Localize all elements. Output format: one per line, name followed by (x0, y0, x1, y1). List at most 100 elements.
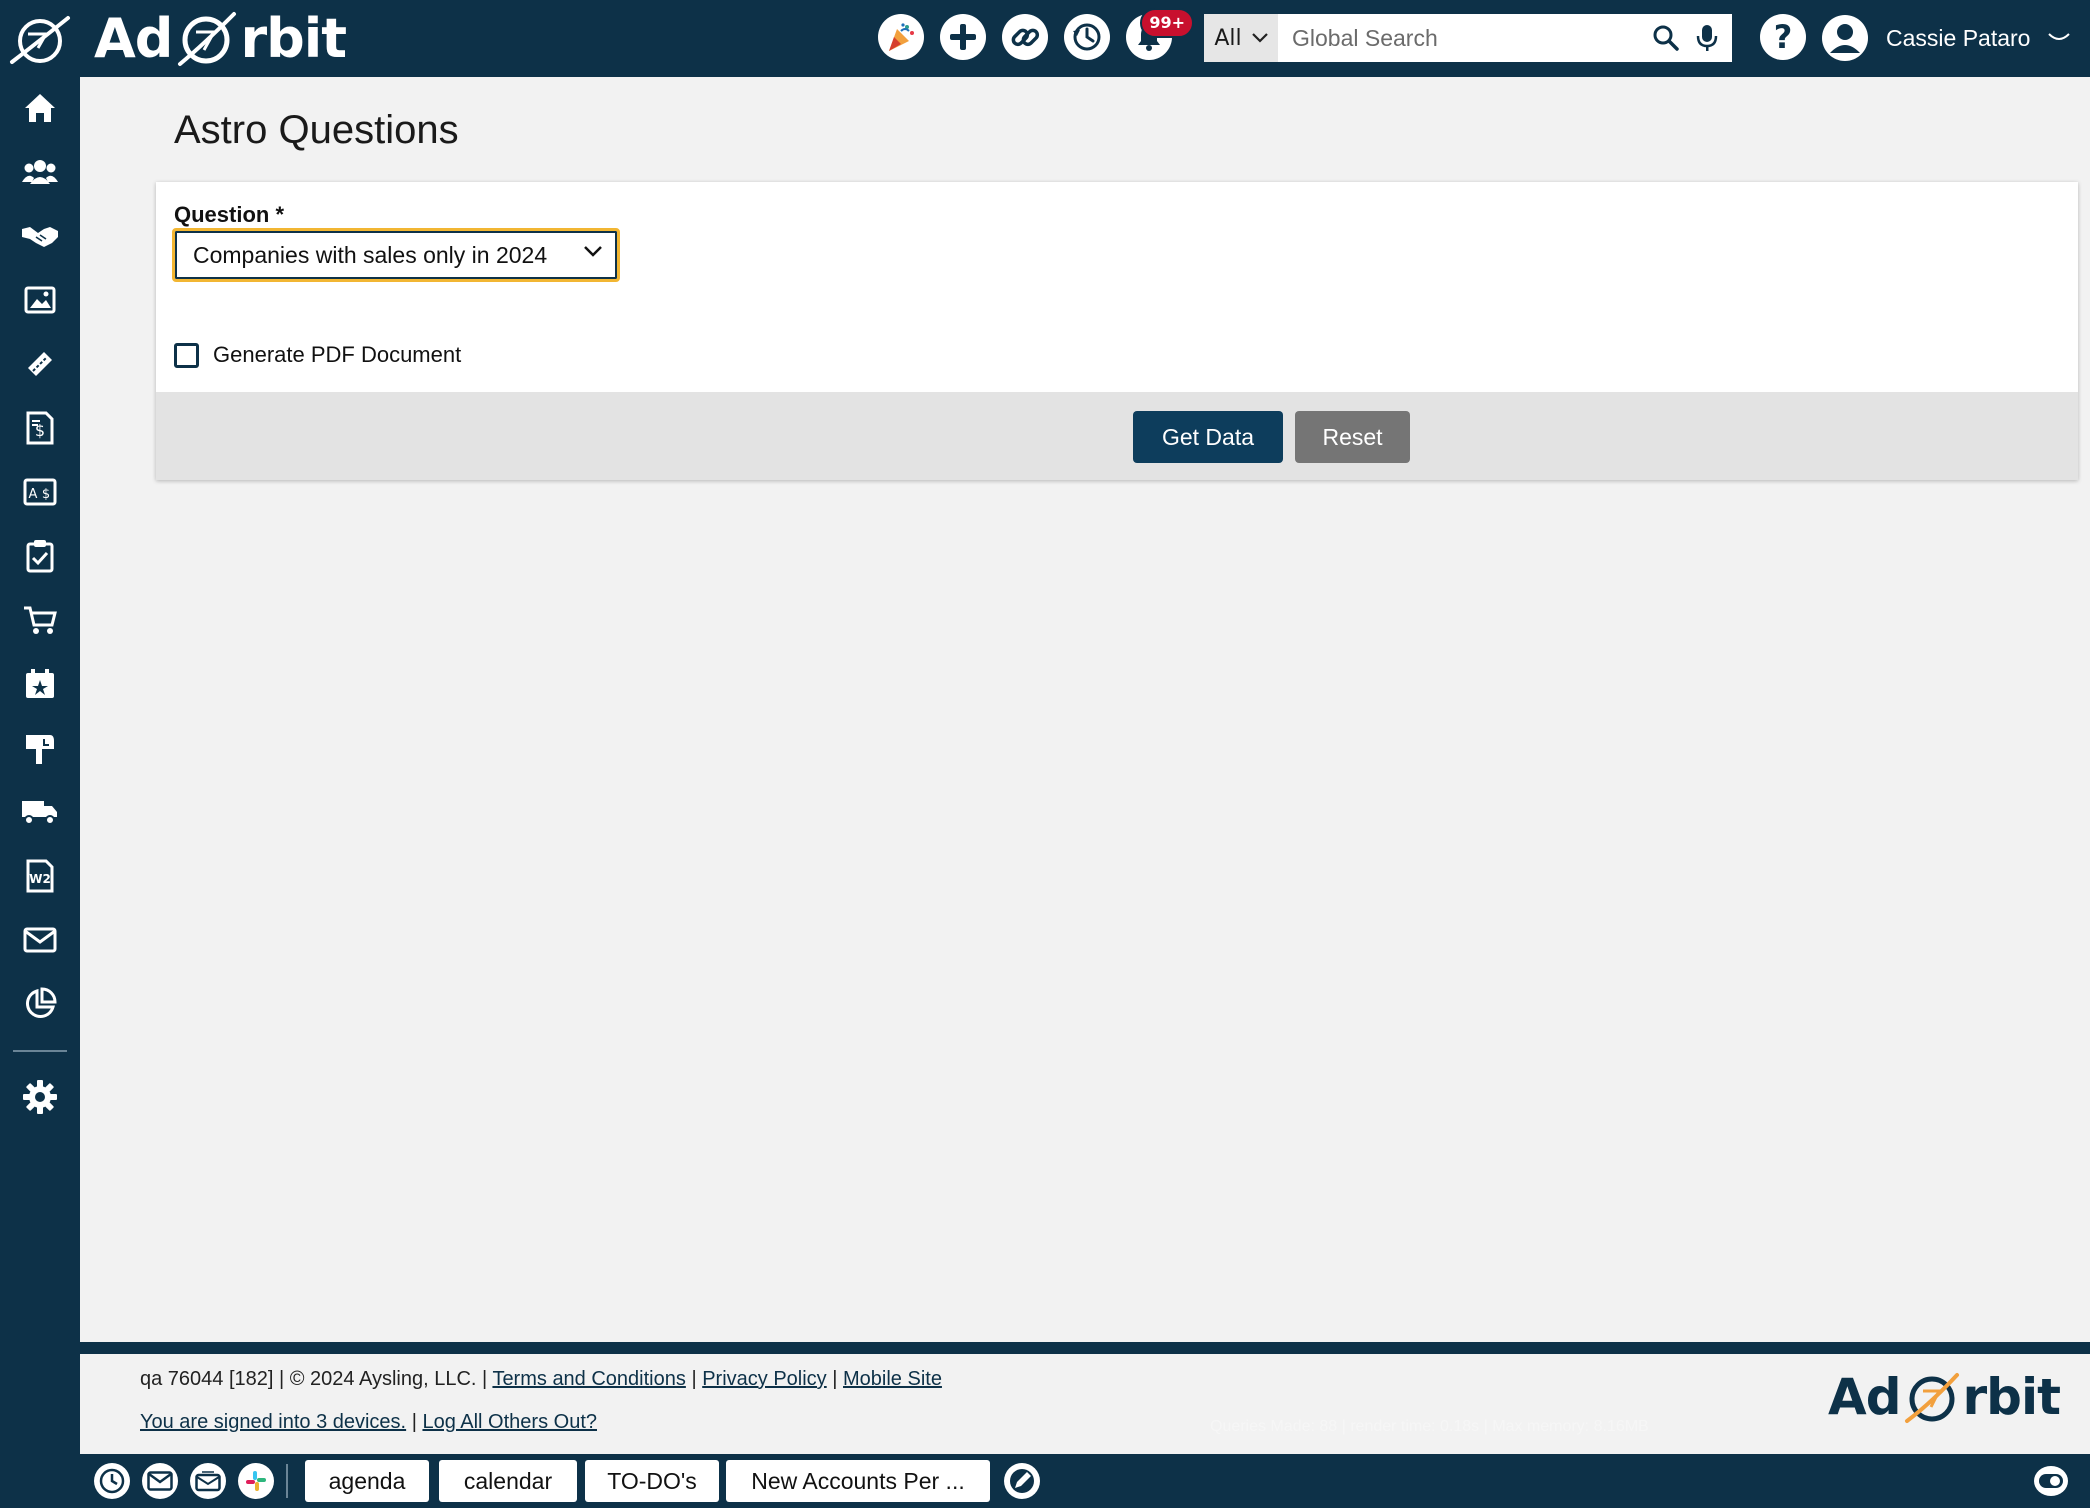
footer-separator: | (691, 1368, 697, 1390)
dock-slack-button[interactable] (238, 1463, 274, 1499)
sidebar-item-invoices[interactable]: $ (0, 400, 80, 456)
footer-legal: qa 76044 [182] | © 2024 Aysling, LLC. | … (140, 1368, 942, 1391)
dock-email-button[interactable] (142, 1463, 178, 1499)
mailbox-icon (26, 735, 54, 764)
footer-sessions: You are signed into 3 devices. | Log All… (140, 1411, 597, 1434)
brand-orbit-icon (1903, 1369, 1961, 1425)
help-icon: ? (1773, 18, 1793, 56)
mobile-site-link[interactable]: Mobile Site (843, 1368, 942, 1390)
sidebar-item-cart[interactable] (0, 592, 80, 648)
terms-link[interactable]: Terms and Conditions (492, 1368, 685, 1390)
dock-tab-calendar[interactable]: calendar (439, 1460, 577, 1502)
ticket-icon (28, 352, 52, 376)
notification-badge: 99+ (1140, 8, 1194, 38)
sidebar-item-tickets[interactable] (0, 336, 80, 392)
cart-icon (24, 606, 57, 634)
brand-prefix: Ad (94, 6, 173, 70)
calendar-star-icon (26, 669, 54, 698)
dock-edit-button[interactable] (1004, 1463, 1040, 1499)
generate-pdf-option: Generate PDF Document (174, 342, 461, 368)
slack-icon (246, 1471, 266, 1491)
bottom-dock: agenda calendar TO-DO's New Accounts Per… (80, 1454, 2090, 1508)
clipboard-check-icon (26, 540, 54, 573)
user-menu[interactable]: Cassie Pataro (1822, 14, 2071, 62)
sidebar: $ A $ W2 (0, 77, 80, 1508)
global-search: All (1204, 14, 1732, 62)
sidebar-item-mailbox[interactable] (0, 720, 80, 776)
notifications-button[interactable]: 99+ (1126, 8, 1194, 60)
reset-button[interactable]: Reset (1295, 411, 1410, 463)
sidebar-item-mail[interactable] (0, 912, 80, 968)
link-icon (1011, 28, 1040, 47)
avatar (1822, 15, 1868, 61)
svg-text:$: $ (42, 487, 50, 502)
page-title: Astro Questions (174, 108, 459, 152)
signed-in-devices-link[interactable]: You are signed into 3 devices. (140, 1411, 406, 1433)
clock-icon (99, 1468, 125, 1494)
brand-suffix: rbit (240, 6, 347, 70)
sidebar-item-reports[interactable] (0, 976, 80, 1032)
log-others-out-link[interactable]: Log All Others Out? (422, 1411, 597, 1433)
dock-email-open-button[interactable] (190, 1463, 226, 1499)
get-data-button[interactable]: Get Data (1133, 411, 1283, 463)
email-icon (147, 1471, 173, 1491)
edit-pencil-icon (1010, 1469, 1034, 1493)
privacy-link[interactable]: Privacy Policy (702, 1368, 826, 1390)
svg-text:A: A (29, 487, 38, 502)
generate-pdf-checkbox[interactable] (174, 342, 199, 368)
dock-tab-agenda[interactable]: agenda (305, 1460, 429, 1502)
sidebar-item-delivery[interactable] (0, 784, 80, 840)
microphone-icon[interactable] (1696, 23, 1718, 53)
chevron-down-icon (584, 246, 602, 257)
search-icon[interactable] (1652, 24, 1680, 52)
dock-tab-todos[interactable]: TO-DO's (585, 1460, 719, 1502)
links-button[interactable] (1002, 14, 1048, 60)
sidebar-item-tasks[interactable] (0, 528, 80, 584)
handshake-icon (22, 227, 58, 247)
dock-toggle-button[interactable] (2034, 1466, 2068, 1496)
user-name: Cassie Pataro (1886, 24, 2031, 51)
contacts-icon (22, 160, 58, 184)
dock-tab-new-accounts[interactable]: New Accounts Per ... (726, 1460, 990, 1502)
footer-separator: | (411, 1411, 417, 1433)
question-form-card: Question * Companies with sales only in … (156, 182, 2078, 480)
user-icon (1830, 24, 1860, 53)
add-button[interactable] (940, 14, 986, 60)
sidebar-item-w2[interactable]: W2 (0, 848, 80, 904)
party-button[interactable] (878, 14, 924, 60)
billing-icon: A $ (23, 478, 57, 506)
help-button[interactable]: ? (1760, 14, 1806, 60)
footer-brand-suffix: rbit (1962, 1368, 2061, 1426)
brand-logo[interactable]: Ad rbit (94, 4, 347, 72)
build-info: qa 76044 [182] | © 2024 Aysling, LLC. | (140, 1368, 488, 1390)
w2-icon: W2 (26, 859, 54, 893)
form-actions-bar (156, 392, 2078, 480)
recent-history-button[interactable] (1064, 14, 1110, 60)
question-select-value: Companies with sales only in 2024 (193, 241, 548, 268)
sidebar-item-media[interactable] (0, 272, 80, 328)
footer-separator: | (832, 1368, 838, 1390)
sidebar-item-home[interactable] (0, 80, 80, 136)
search-actions (1652, 23, 1732, 53)
email-open-icon (195, 1471, 221, 1492)
search-input[interactable] (1278, 14, 1652, 62)
question-select[interactable]: Companies with sales only in 2024 (172, 228, 620, 282)
footer-brand-logo: Ad rbit (1828, 1368, 2061, 1426)
sidebar-item-settings[interactable] (0, 1069, 80, 1125)
search-scope-dropdown[interactable]: All (1204, 14, 1278, 62)
chevron-down-icon (1251, 33, 1268, 43)
question-label: Question * (174, 202, 285, 227)
media-icon (24, 286, 56, 314)
globe-logo-icon[interactable] (8, 12, 72, 66)
performance-stats: Queries Made: 88 | render time: 0.18s | … (1210, 1418, 1649, 1435)
sidebar-item-events[interactable] (0, 656, 80, 712)
svg-text:$: $ (35, 421, 45, 440)
sidebar-item-deals[interactable] (0, 208, 80, 264)
sidebar-item-billing[interactable]: A $ (0, 464, 80, 520)
gear-icon (23, 1080, 57, 1114)
brand-orbit-icon (174, 8, 238, 68)
svg-text:W2: W2 (29, 872, 51, 886)
invoice-icon: $ (26, 411, 54, 445)
sidebar-item-contacts[interactable] (0, 144, 80, 200)
dock-clock-button[interactable] (94, 1463, 130, 1499)
